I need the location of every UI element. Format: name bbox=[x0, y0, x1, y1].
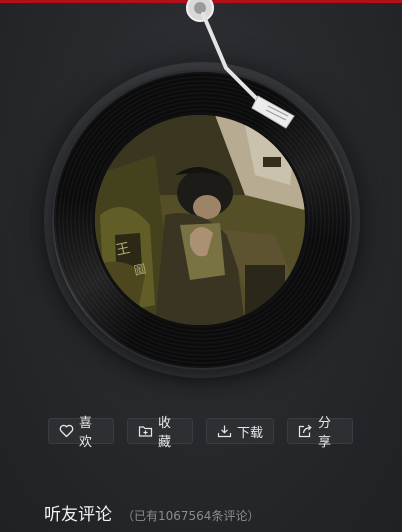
download-label: 下载 bbox=[237, 425, 264, 441]
album-cover[interactable]: 王 圖 bbox=[95, 115, 305, 325]
comments-title: 听友评论 bbox=[44, 505, 112, 525]
player-stage: 王 圖 bbox=[0, 0, 402, 400]
comments-count: （已有1067564条评论） bbox=[122, 509, 260, 523]
download-button[interactable]: 下载 bbox=[206, 418, 274, 444]
like-label: 喜欢 bbox=[79, 416, 93, 450]
heart-icon bbox=[59, 424, 74, 438]
album-cover-image: 王 圖 bbox=[95, 115, 305, 325]
share-icon bbox=[298, 424, 313, 438]
tonearm-icon[interactable] bbox=[0, 0, 402, 140]
share-label: 分享 bbox=[318, 416, 332, 450]
share-button[interactable]: 分享 bbox=[287, 416, 353, 450]
download-icon bbox=[217, 424, 232, 438]
collect-label: 收藏 bbox=[158, 416, 172, 450]
like-button[interactable]: 喜欢 bbox=[48, 416, 114, 450]
folder-plus-icon bbox=[138, 424, 153, 438]
collect-button[interactable]: 收藏 bbox=[127, 416, 193, 450]
action-bar: 喜欢 收藏 下载 分享 bbox=[48, 416, 353, 450]
comments-header: 听友评论 （已有1067564条评论） bbox=[44, 500, 259, 525]
